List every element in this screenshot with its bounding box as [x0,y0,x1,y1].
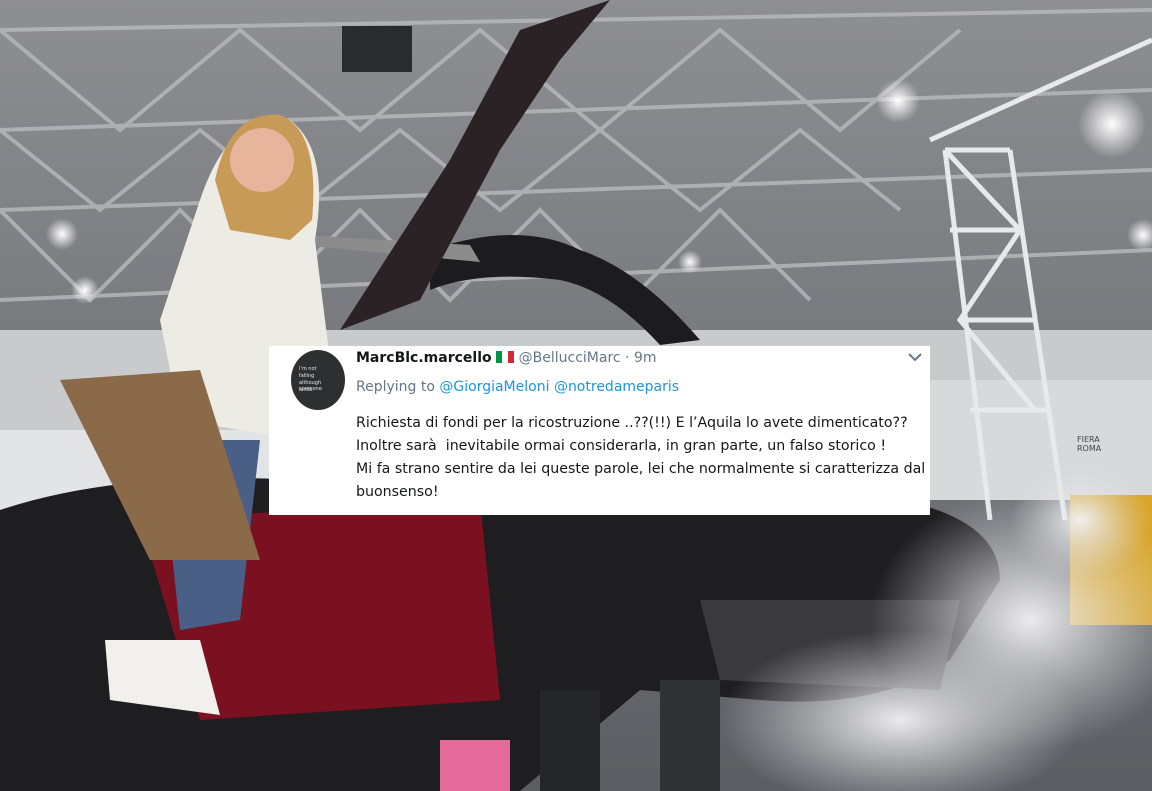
mention-giorgiameloni[interactable]: @GiorgiaMeloni [439,379,549,395]
separator-dot: · [625,350,630,366]
tweet-card[interactable]: I'm not falling although someone lands M… [269,346,930,515]
sign-roma: ROMA [1077,444,1102,453]
avatar-text-4: lands [299,387,313,393]
mention-notredameparis[interactable]: @notredameparis [554,379,679,395]
replying-to: Replying to @GiorgiaMeloni @notredamepar… [356,379,679,395]
tweet-time[interactable]: 9m [634,350,657,366]
tweet-body-line-1: Richiesta di fondi per la ricostruzione … [356,415,908,431]
display-name[interactable]: MarcBlc.marcello [356,350,492,366]
italy-flag-icon [495,351,514,363]
avatar-text-2: falling [299,373,315,379]
tweet-body: Richiesta di fondi per la ricostruzione … [356,412,926,504]
avatar-text-1: I'm not [299,366,317,372]
chevron-down-icon[interactable] [906,349,924,365]
tweet-header: MarcBlc.marcello @BellucciMarc · 9m [356,350,920,370]
user-handle[interactable]: @BellucciMarc [519,350,621,366]
tweet-body-line-2: Inoltre sarà inevitabile ormai considera… [356,438,887,454]
replying-label: Replying to [356,379,435,395]
sign-fiera: FIERA [1077,435,1100,444]
tweet-body-line-4: buonsenso! [356,484,439,500]
avatar[interactable]: I'm not falling although someone lands [291,350,345,410]
tweet-body-line-3: Mi fa strano sentire da lei queste parol… [356,461,926,477]
